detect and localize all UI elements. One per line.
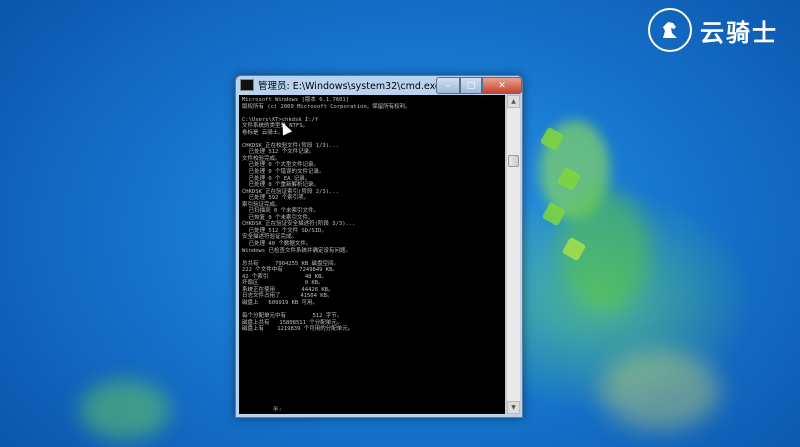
window-title: 管理员: E:\Windows\system32\cmd.exe - chkds… <box>258 81 458 92</box>
console-line: CHKDSK 正在验证索引(阶段 2/3)... <box>242 188 339 195</box>
console-line: 总共有 7904255 KB 磁盘空间。 <box>242 260 339 267</box>
console-line: 已处理 512 个文件记录。 <box>242 149 315 156</box>
wallpaper-glow <box>80 380 170 440</box>
console-line: 已处理 0 个 EA 记录。 <box>242 175 311 182</box>
knight-horse-icon <box>648 8 692 52</box>
console-line: 文件系统的类型是 NTFS。 <box>242 123 309 130</box>
minimize-button[interactable]: – <box>436 77 460 94</box>
console-line: 磁盘上共有 15808511 个分配单元。 <box>242 319 343 326</box>
close-button[interactable]: ✕ <box>482 77 522 94</box>
console-line: 42 个索引 48 KB。 <box>242 273 327 280</box>
brand-watermark: 云骑士 <box>648 8 778 52</box>
console-line: CHKDSK 正在验证安全描述符(阶段 3/3)... <box>242 221 356 228</box>
console-line: Windows 已检查文件系统并确定没有问题。 <box>242 247 351 254</box>
window-controls: – □ ✕ <box>436 77 522 94</box>
console-text: Microsoft Windows [版本 6.1.7601] 版权所有 (c)… <box>239 95 505 335</box>
console-line: 已处理 0 个大型文件记录。 <box>242 162 320 169</box>
console-output[interactable]: Microsoft Windows [版本 6.1.7601] 版权所有 (c)… <box>239 95 505 414</box>
console-line: 已处理 0 个错误的文件记录。 <box>242 169 325 176</box>
console-line: 已扫描到 0 个未索引文件。 <box>242 208 320 215</box>
console-line: 版权所有 (c) 2009 Microsoft Corporation。保留所有… <box>242 103 411 110</box>
console-line: 卷标是 云骑士。 <box>242 129 284 136</box>
console-line: 每个分配单元中有 512 字节。 <box>242 313 343 320</box>
scroll-up-button[interactable]: ▲ <box>507 95 520 108</box>
console-line: CHKDSK 正在校验文件(阶段 1/3)... <box>242 142 339 149</box>
scroll-thumb[interactable] <box>508 155 519 167</box>
console-line: 安全描述符验证完成。 <box>242 234 298 241</box>
scroll-down-button[interactable]: ▼ <box>507 401 520 414</box>
console-line: 已处理 0 个重新解析记录。 <box>242 182 320 189</box>
console-line: 222 个文件中有 7249849 KB。 <box>242 267 338 274</box>
console-line: Microsoft Windows [版本 6.1.7601] <box>242 97 350 103</box>
console-line: C:\Users\XT>chkdsk I:/f <box>242 116 319 123</box>
brand-name: 云骑士 <box>700 18 778 47</box>
console-line: 索引验证完成。 <box>242 201 281 208</box>
maximize-button[interactable]: □ <box>460 77 482 94</box>
console-line: 已处理 592 个索引项。 <box>242 195 310 202</box>
ime-status: 半: <box>273 407 282 413</box>
console-line: 坏扇区 0 KB。 <box>242 280 324 287</box>
console-line: 系统正在使用 44426 KB。 <box>242 286 334 293</box>
cmd-icon[interactable] <box>240 79 254 91</box>
console-line: 已恢复 0 个未索引文件。 <box>242 214 314 221</box>
console-line: 已处理 40 个数据文件。 <box>242 241 312 248</box>
console-line: 磁盘上 609919 KB 可用。 <box>242 299 319 306</box>
console-line: 磁盘上有 1219839 个可用的分配单元。 <box>242 326 354 333</box>
vertical-scrollbar[interactable]: ▲ ▼ <box>506 95 520 414</box>
wallpaper-glow <box>600 350 720 430</box>
console-line: 日志文件占用了 41504 KB。 <box>242 293 333 300</box>
